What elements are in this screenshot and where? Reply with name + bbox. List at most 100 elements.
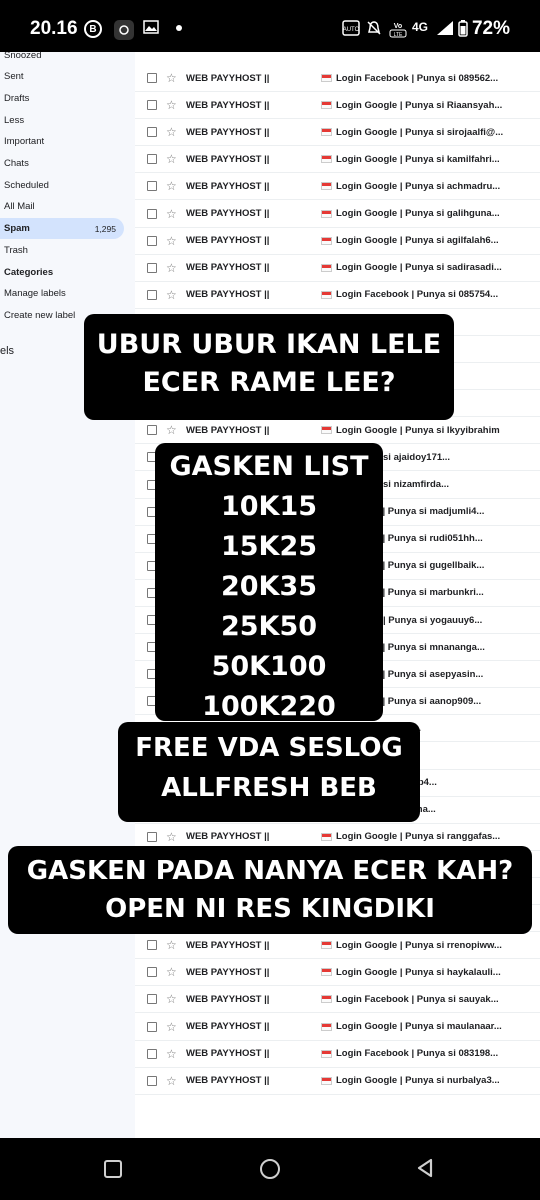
row-checkbox[interactable] [147,235,157,246]
email-row[interactable]: ☆ WEB PAYYHOST || Login Google | Punya si … [135,173,540,201]
row-checkbox[interactable] [147,127,157,138]
row-checkbox[interactable] [147,73,157,83]
star-icon[interactable]: ☆ [166,261,177,275]
star-icon[interactable]: ☆ [166,152,177,166]
email-row[interactable]: ☆ WEB PAYYHOST || Login Facebook | Punya s… [135,65,540,92]
row-checkbox[interactable] [147,181,157,192]
email-row[interactable]: ☆ WEB PAYYHOST || Login Google | Punya si … [135,1068,540,1095]
flag-icon [321,182,332,191]
sidebar-item-trash[interactable]: Trash [0,240,124,261]
sidebar-item-categories[interactable]: Categories [0,262,124,283]
email-row[interactable]: ☆ WEB PAYYHOST || Login Google | Punya si … [135,1014,540,1041]
sidebar-item-manage-labels[interactable]: Manage labels [0,283,124,304]
email-sender: WEB PAYYHOST || [186,262,270,274]
row-checkbox[interactable] [147,1075,157,1086]
email-row[interactable]: ☆ WEB PAYYHOST || Login Google | Punya si … [135,255,540,282]
sidebar-item-sent[interactable]: Sent [0,66,124,87]
star-icon[interactable]: ☆ [166,938,177,952]
email-sender: WEB PAYYHOST || [186,289,270,301]
star-icon[interactable]: ☆ [166,423,177,437]
flag-icon [321,1022,332,1031]
row-checkbox[interactable] [147,262,157,273]
star-icon[interactable]: ☆ [166,1047,177,1061]
star-icon[interactable]: ☆ [166,965,177,979]
app-icon [114,20,134,40]
flag-icon [321,426,332,435]
email-subject: Login Facebook | Punya si 089562... [336,72,499,84]
email-sender: WEB PAYYHOST || [186,1075,270,1087]
row-checkbox[interactable] [147,154,157,165]
row-checkbox[interactable] [147,100,157,111]
email-row[interactable]: ☆ WEB PAYYHOST || Login Google | Punya si … [135,92,540,120]
sidebar-item-less[interactable]: Less [0,110,124,131]
email-row[interactable]: ☆ WEB PAYYHOST || Login Google | Punya si … [135,228,540,255]
email-row[interactable]: ☆ WEB PAYYHOST || Login Facebook | Punya s… [135,282,540,309]
star-icon[interactable]: ☆ [166,125,177,139]
email-sender: WEB PAYYHOST || [186,208,270,219]
star-icon[interactable]: ☆ [166,288,177,302]
sidebar-item-chats[interactable]: Chats [0,153,124,174]
sidebar-item-scheduled[interactable]: Scheduled [0,175,124,196]
home-icon[interactable] [260,1159,280,1179]
row-checkbox[interactable] [147,208,157,219]
row-checkbox[interactable] [147,1048,157,1059]
star-icon[interactable]: ☆ [166,207,177,221]
email-row[interactable]: ☆ WEB PAYYHOST || Login Google | Punya si … [135,201,540,228]
svg-text:Vo: Vo [394,23,402,30]
email-row[interactable]: ☆ WEB PAYYHOST || Login Google | Punya si … [135,119,540,147]
email-sender: WEB PAYYHOST || [186,1048,270,1060]
flag-icon [321,263,332,272]
row-checkbox[interactable] [147,1021,157,1032]
row-checkbox[interactable] [147,994,157,1005]
sidebar-item-drafts[interactable]: Drafts [0,88,124,109]
email-sender: WEB PAYYHOST || [186,1021,270,1032]
email-row[interactable]: ☆ WEB PAYYHOST || Login Google | Punya si … [135,932,540,960]
email-subject: Login Google | Punya si haykalauli... [336,966,501,978]
row-checkbox[interactable] [147,831,157,842]
email-sender: WEB PAYYHOST || [186,966,270,978]
email-subject: Login Facebook | Punya si 083198... [336,1048,499,1060]
gallery-icon [143,20,159,34]
star-icon[interactable]: ☆ [166,98,177,112]
row-checkbox[interactable] [147,940,157,951]
email-row[interactable]: ☆ WEB PAYYHOST || Login Facebook | Punya s… [135,986,540,1014]
flag-icon [321,832,332,841]
star-icon[interactable]: ☆ [166,1074,177,1088]
row-checkbox[interactable] [147,425,157,436]
sidebar-item-snoozed[interactable]: Snoozed [0,52,124,66]
promo-overlay-2: GASKEN LIST 10K15 15K25 20K35 25K50 50K1… [155,443,383,722]
row-checkbox[interactable] [147,967,157,978]
recent-apps-icon[interactable] [104,1160,122,1178]
nav-bar [0,1138,540,1200]
star-icon[interactable]: ☆ [166,992,177,1006]
email-subject: Login Google | Punya si Ikyyibrahim [336,424,500,436]
email-sender: WEB PAYYHOST || [186,939,270,951]
email-row[interactable]: ☆ WEB PAYYHOST || Login Google | Punya si … [135,959,540,987]
email-row[interactable]: ☆ WEB PAYYHOST || Login Google | Punya si … [135,146,540,174]
email-subject: Login Facebook | Punya si sauyak... [336,993,499,1005]
star-icon[interactable]: ☆ [166,1020,177,1034]
email-row[interactable]: ☆ WEB PAYYHOST || Login Facebook | Punya s… [135,1041,540,1068]
email-subject: Login Google | Punya si rrenopiww... [336,939,502,951]
b-app-icon: B [84,20,102,38]
email-sender: WEB PAYYHOST || [186,180,270,192]
email-subject: Login Google | Punya si maulanaar... [336,1021,502,1032]
star-icon[interactable]: ☆ [166,71,177,85]
flag-icon [321,128,332,137]
star-icon[interactable]: ☆ [166,830,177,844]
star-icon[interactable]: ☆ [166,179,177,193]
back-icon[interactable] [416,1158,434,1184]
row-checkbox[interactable] [147,289,157,300]
status-bar: 20.16 B AUTO Vo LTE 4G 72% [0,0,540,58]
sidebar-item-all-mail[interactable]: All Mail [0,196,124,217]
battery-icon [458,20,468,37]
svg-text:LTE: LTE [394,32,403,38]
email-subject: Login Google | Punya si ranggafas... [336,831,501,843]
sidebar: Snoozed Sent Drafts Less Important Chats… [0,52,135,1138]
sidebar-item-spam[interactable]: Spam 1,295 [0,218,124,239]
email-row[interactable]: ☆ WEB PAYYHOST || Login Google | Punya si … [135,417,540,445]
star-icon[interactable]: ☆ [166,234,177,248]
email-sender: WEB PAYYHOST || [186,153,270,165]
sidebar-item-important[interactable]: Important [0,131,124,152]
flag-icon [321,941,332,950]
